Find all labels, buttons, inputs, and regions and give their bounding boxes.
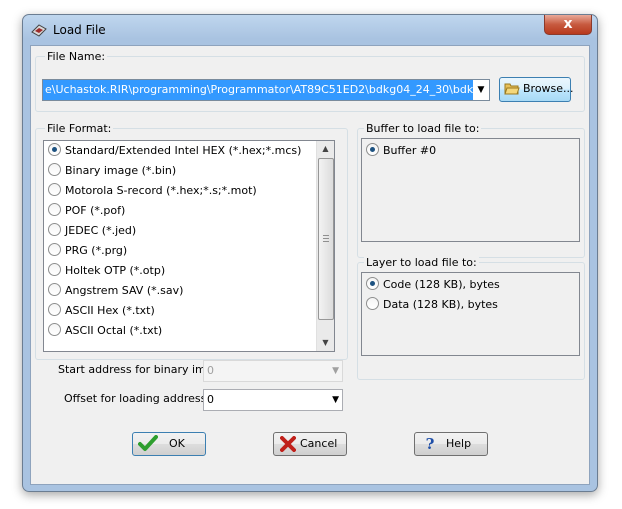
radio-indicator[interactable]	[48, 163, 61, 176]
start-address-combobox: 0 ▼	[203, 360, 343, 382]
checkmark-icon	[138, 435, 158, 451]
radio-indicator[interactable]	[366, 297, 379, 310]
scroll-down-icon[interactable]: ▼	[317, 335, 334, 351]
layer-list: Code (128 KB), bytes Data (128 KB), byte…	[361, 272, 580, 356]
radio-indicator[interactable]	[48, 283, 61, 296]
buffer-label: Buffer to load file to:	[364, 122, 482, 135]
format-option-angstrem[interactable]: Angstrem SAV (*.sav)	[48, 281, 183, 301]
chevron-down-icon[interactable]: ▼	[473, 80, 489, 100]
help-label: Help	[446, 437, 472, 450]
chevron-down-icon[interactable]: ▼	[332, 390, 339, 410]
offset-label: Offset for loading addresses:	[64, 392, 223, 405]
load-file-dialog: Load File x File Name: e\Uchastok.RIR\pr…	[22, 14, 598, 492]
help-button[interactable]: ? Help	[414, 432, 488, 456]
radio-indicator[interactable]	[48, 203, 61, 216]
cancel-label: Cancel	[300, 437, 338, 450]
file-name-combobox[interactable]: e\Uchastok.RIR\programming\Programmator\…	[42, 79, 490, 101]
radio-indicator[interactable]	[366, 277, 379, 290]
browse-button[interactable]: Browse...	[499, 77, 574, 102]
question-mark-icon: ?	[425, 435, 435, 453]
scrollbar-thumb[interactable]	[318, 158, 334, 320]
format-option-intel-hex[interactable]: Standard/Extended Intel HEX (*.hex;*.mcs…	[48, 141, 301, 161]
file-format-label: File Format:	[45, 122, 114, 135]
ok-button[interactable]: OK	[132, 432, 206, 456]
folder-open-icon	[504, 83, 520, 95]
layer-label: Layer to load file to:	[364, 256, 479, 269]
title-bar[interactable]: Load File x	[23, 15, 597, 45]
format-option-jedec[interactable]: JEDEC (*.jed)	[48, 221, 136, 241]
format-option-motorola[interactable]: Motorola S-record (*.hex;*.s;*.mot)	[48, 181, 257, 201]
cancel-button[interactable]: Cancel	[273, 432, 347, 456]
radio-indicator[interactable]	[48, 223, 61, 236]
buffer-list: Buffer #0	[361, 138, 580, 242]
file-name-label: File Name:	[45, 50, 108, 63]
grip-icon	[323, 235, 329, 242]
radio-indicator[interactable]	[366, 143, 379, 156]
scroll-up-icon[interactable]: ▲	[317, 141, 334, 157]
format-option-holtek[interactable]: Holtek OTP (*.otp)	[48, 261, 165, 281]
format-option-ascii-octal[interactable]: ASCII Octal (*.txt)	[48, 321, 162, 341]
format-option-binary[interactable]: Binary image (*.bin)	[48, 161, 176, 181]
layer-option-code[interactable]: Code (128 KB), bytes	[366, 275, 500, 295]
radio-indicator[interactable]	[48, 183, 61, 196]
buffer-option-0[interactable]: Buffer #0	[366, 141, 436, 161]
window-title: Load File	[53, 23, 106, 37]
format-option-ascii-hex[interactable]: ASCII Hex (*.txt)	[48, 301, 155, 321]
dialog-body: File Name: e\Uchastok.RIR\programming\Pr…	[30, 45, 590, 485]
file-format-list[interactable]: Standard/Extended Intel HEX (*.hex;*.mcs…	[43, 140, 335, 352]
radio-indicator[interactable]	[48, 323, 61, 336]
radio-indicator[interactable]	[48, 263, 61, 276]
cross-icon	[280, 436, 296, 452]
start-address-value: 0	[207, 364, 214, 377]
layer-option-data[interactable]: Data (128 KB), bytes	[366, 295, 498, 315]
browse-label: Browse...	[523, 82, 574, 95]
file-name-value[interactable]: e\Uchastok.RIR\programming\Programmator\…	[43, 80, 489, 100]
radio-indicator[interactable]	[48, 243, 61, 256]
radio-indicator[interactable]	[48, 143, 61, 156]
ok-label: OK	[169, 437, 185, 450]
load-file-icon	[31, 24, 47, 37]
offset-value[interactable]: 0	[207, 390, 214, 410]
format-list-scrollbar[interactable]: ▲ ▼	[316, 141, 334, 351]
radio-indicator[interactable]	[48, 303, 61, 316]
format-option-prg[interactable]: PRG (*.prg)	[48, 241, 127, 261]
format-option-pof[interactable]: POF (*.pof)	[48, 201, 125, 221]
close-button[interactable]: x	[544, 15, 592, 35]
offset-combobox[interactable]: 0 ▼	[203, 389, 343, 411]
chevron-down-icon: ▼	[332, 366, 339, 376]
